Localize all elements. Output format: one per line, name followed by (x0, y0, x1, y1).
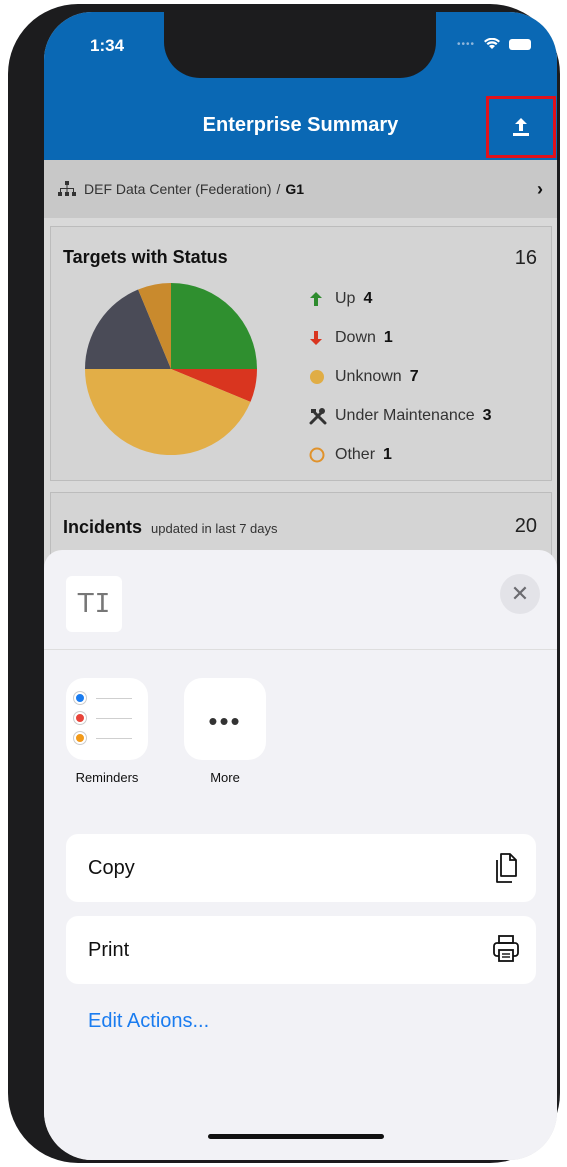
legend-count: 1 (383, 328, 393, 346)
circle-outline-icon (309, 447, 325, 462)
targets-count: 16 (514, 247, 537, 269)
status-icons: •••• (457, 38, 531, 50)
close-icon: ✕ (510, 581, 530, 606)
legend-item-maintenance[interactable]: Under Maintenance 3 (309, 396, 492, 435)
page-title: Enterprise Summary (202, 114, 399, 136)
share-apps-row: Reminders ••• More (66, 678, 266, 785)
app-reminders[interactable]: Reminders (66, 678, 148, 785)
legend-count: 1 (383, 445, 392, 463)
breadcrumb-separator: / (276, 181, 281, 197)
legend-label: Down (335, 328, 376, 346)
legend-count: 4 (363, 289, 373, 307)
targets-title: Targets with Status (63, 247, 228, 267)
close-button[interactable]: ✕ (500, 574, 540, 614)
chevron-right-icon: › (537, 178, 543, 199)
app-label: Reminders (75, 770, 139, 785)
app-label: More (210, 770, 240, 785)
text-cursor-icon: I (94, 589, 111, 619)
incidents-title: Incidents (63, 517, 143, 537)
legend-label: Other (335, 445, 376, 463)
text-document-icon: T I (66, 576, 122, 632)
legend-count: 3 (482, 406, 492, 424)
legend-item-down[interactable]: Down 1 (309, 318, 492, 357)
breadcrumb-current: G1 (285, 181, 305, 197)
printer-icon (493, 935, 519, 962)
circle-filled-icon (310, 369, 324, 384)
share-sheet-header: T I ✕ (44, 550, 557, 650)
tools-icon (309, 407, 327, 424)
edit-actions-link[interactable]: Edit Actions... (88, 1010, 209, 1033)
device-notch (164, 12, 436, 78)
hierarchy-icon (58, 181, 76, 196)
more-icon: ••• (184, 678, 266, 760)
breadcrumb-path: DEF Data Center (Federation) (84, 181, 272, 197)
incidents-count: 20 (514, 515, 537, 537)
legend-item-other[interactable]: Other 1 (309, 435, 492, 474)
legend-label: Up (335, 289, 356, 307)
legend-label: Unknown (335, 367, 402, 385)
breadcrumb[interactable]: DEF Data Center (Federation) / G1 › (44, 160, 557, 218)
incidents-title-wrap: Incidents updated in last 7 days (63, 517, 278, 538)
wifi-icon (484, 38, 500, 49)
share-upload-icon (513, 118, 529, 136)
app-more[interactable]: ••• More (184, 678, 266, 785)
print-action[interactable]: Print (66, 916, 536, 984)
arrow-down-icon (310, 330, 322, 345)
pie-slice-up (171, 283, 257, 369)
legend-count: 7 (409, 367, 419, 385)
copy-action[interactable]: Copy (66, 834, 536, 902)
signal-dots-icon: •••• (456, 38, 475, 50)
home-indicator[interactable] (208, 1134, 384, 1139)
targets-card[interactable]: Targets with Status 16 Up 4 Down 1 Unkno… (50, 226, 552, 481)
legend-label: Under Maintenance (335, 406, 475, 424)
share-sheet: T I ✕ Reminders ••• More Copy Print Edit… (44, 550, 557, 1160)
incidents-subtitle: updated in last 7 days (151, 521, 278, 536)
action-label: Copy (88, 856, 135, 879)
battery-icon (509, 38, 531, 50)
text-thumb-label: T (77, 589, 94, 619)
targets-legend: Up 4 Down 1 Unknown 7 Under Maintenance … (309, 279, 492, 474)
screen: 1:34 •••• Enterprise Summary DEF Data Ce… (44, 12, 557, 1160)
arrow-up-icon (310, 291, 322, 306)
phone-frame: 1:34 •••• Enterprise Summary DEF Data Ce… (8, 4, 560, 1163)
status-time: 1:34 (90, 36, 125, 55)
share-button[interactable] (486, 96, 556, 158)
legend-item-up[interactable]: Up 4 (309, 279, 492, 318)
action-label: Print (88, 938, 130, 961)
copy-icon (496, 853, 517, 883)
reminders-icon (66, 678, 148, 760)
targets-pie-chart (85, 283, 257, 455)
legend-item-unknown[interactable]: Unknown 7 (309, 357, 492, 396)
